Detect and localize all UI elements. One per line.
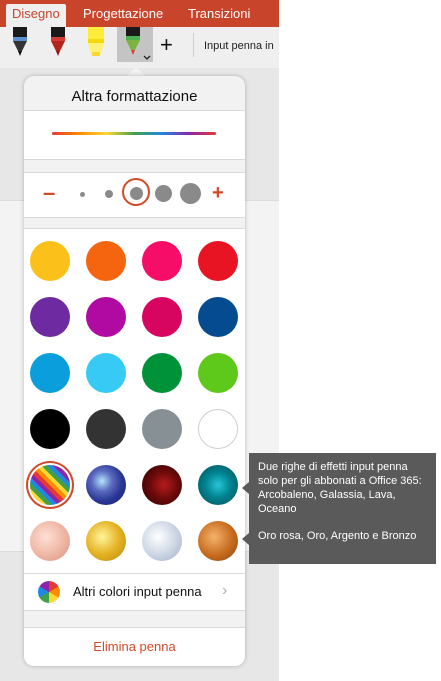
- popover-arrow: [127, 67, 145, 76]
- effect-swatch-galaxy[interactable]: [86, 465, 126, 505]
- effect-swatch-bronze[interactable]: [198, 521, 238, 561]
- size-option-2[interactable]: [105, 190, 113, 198]
- size-section: – +: [24, 172, 245, 218]
- add-pen-button[interactable]: +: [160, 34, 173, 56]
- effect-swatch-ocean[interactable]: [198, 465, 238, 505]
- ribbon: Disegno Progettazione Transizioni + Inpu…: [0, 0, 279, 69]
- size-option-3[interactable]: [130, 187, 143, 200]
- pen-red-icon[interactable]: [46, 27, 70, 57]
- color-swatch[interactable]: [30, 241, 70, 281]
- effect-swatch-rainbow[interactable]: [30, 465, 70, 505]
- color-swatch[interactable]: [86, 297, 126, 337]
- size-option-5[interactable]: [180, 183, 201, 204]
- color-swatch[interactable]: [30, 409, 70, 449]
- effect-swatch-lava[interactable]: [142, 465, 182, 505]
- color-swatch[interactable]: [198, 297, 238, 337]
- pen-black-icon[interactable]: [8, 27, 32, 57]
- input-pen-button[interactable]: Input penna in: [204, 40, 274, 52]
- color-swatch[interactable]: [86, 241, 126, 281]
- color-swatch[interactable]: [198, 409, 238, 449]
- delete-pen-row[interactable]: Elimina penna: [24, 627, 245, 666]
- color-swatch[interactable]: [198, 241, 238, 281]
- color-swatch[interactable]: [30, 297, 70, 337]
- tab-bar: Disegno Progettazione Transizioni: [0, 0, 279, 27]
- callout-pointer-bottom: [242, 533, 249, 545]
- callout-text-metallic: Oro rosa, Oro, Argento e Bronzo: [258, 530, 417, 542]
- chevron-right-icon: ›: [222, 582, 228, 599]
- color-swatch[interactable]: [142, 353, 182, 393]
- more-colors-row[interactable]: Altri colori input penna ›: [24, 573, 245, 611]
- color-wheel-icon: [38, 581, 60, 603]
- size-decrease-button[interactable]: –: [43, 180, 55, 206]
- callout-text-effects: Due righe di effetti input penna solo pe…: [258, 461, 422, 515]
- ribbon-divider: [193, 33, 194, 57]
- size-increase-button[interactable]: +: [212, 180, 224, 206]
- effect-swatch-rose-gold[interactable]: [30, 521, 70, 561]
- delete-pen-label: Elimina penna: [93, 639, 176, 654]
- annotation-callout: Due righe di effetti input penna solo pe…: [249, 453, 436, 564]
- stroke-preview-section: [24, 110, 245, 160]
- highlighter-yellow-icon[interactable]: [84, 27, 108, 57]
- color-swatch[interactable]: [198, 353, 238, 393]
- stroke-preview: [52, 132, 216, 135]
- tab-transizioni[interactable]: Transizioni: [188, 6, 250, 21]
- callout-pointer-top: [242, 482, 249, 494]
- popover-title: Altra formattazione: [71, 88, 198, 105]
- color-swatch[interactable]: [86, 353, 126, 393]
- color-grid: [24, 228, 245, 575]
- effect-swatch-gold[interactable]: [86, 521, 126, 561]
- color-swatch[interactable]: [142, 297, 182, 337]
- effect-swatch-silver[interactable]: [142, 521, 182, 561]
- background-area: [279, 0, 441, 681]
- more-colors-label: Altri colori input penna: [73, 584, 202, 599]
- color-swatch[interactable]: [142, 409, 182, 449]
- color-swatch[interactable]: [142, 241, 182, 281]
- color-swatch[interactable]: [86, 409, 126, 449]
- color-swatch[interactable]: [30, 353, 70, 393]
- pen-rainbow-selected-icon[interactable]: [117, 27, 153, 62]
- size-option-1[interactable]: [80, 192, 85, 197]
- size-option-4[interactable]: [155, 185, 172, 202]
- tab-disegno[interactable]: Disegno: [6, 4, 66, 27]
- tab-progettazione[interactable]: Progettazione: [83, 6, 163, 21]
- format-popover: Altra formattazione – + Altri colori inp…: [24, 76, 245, 666]
